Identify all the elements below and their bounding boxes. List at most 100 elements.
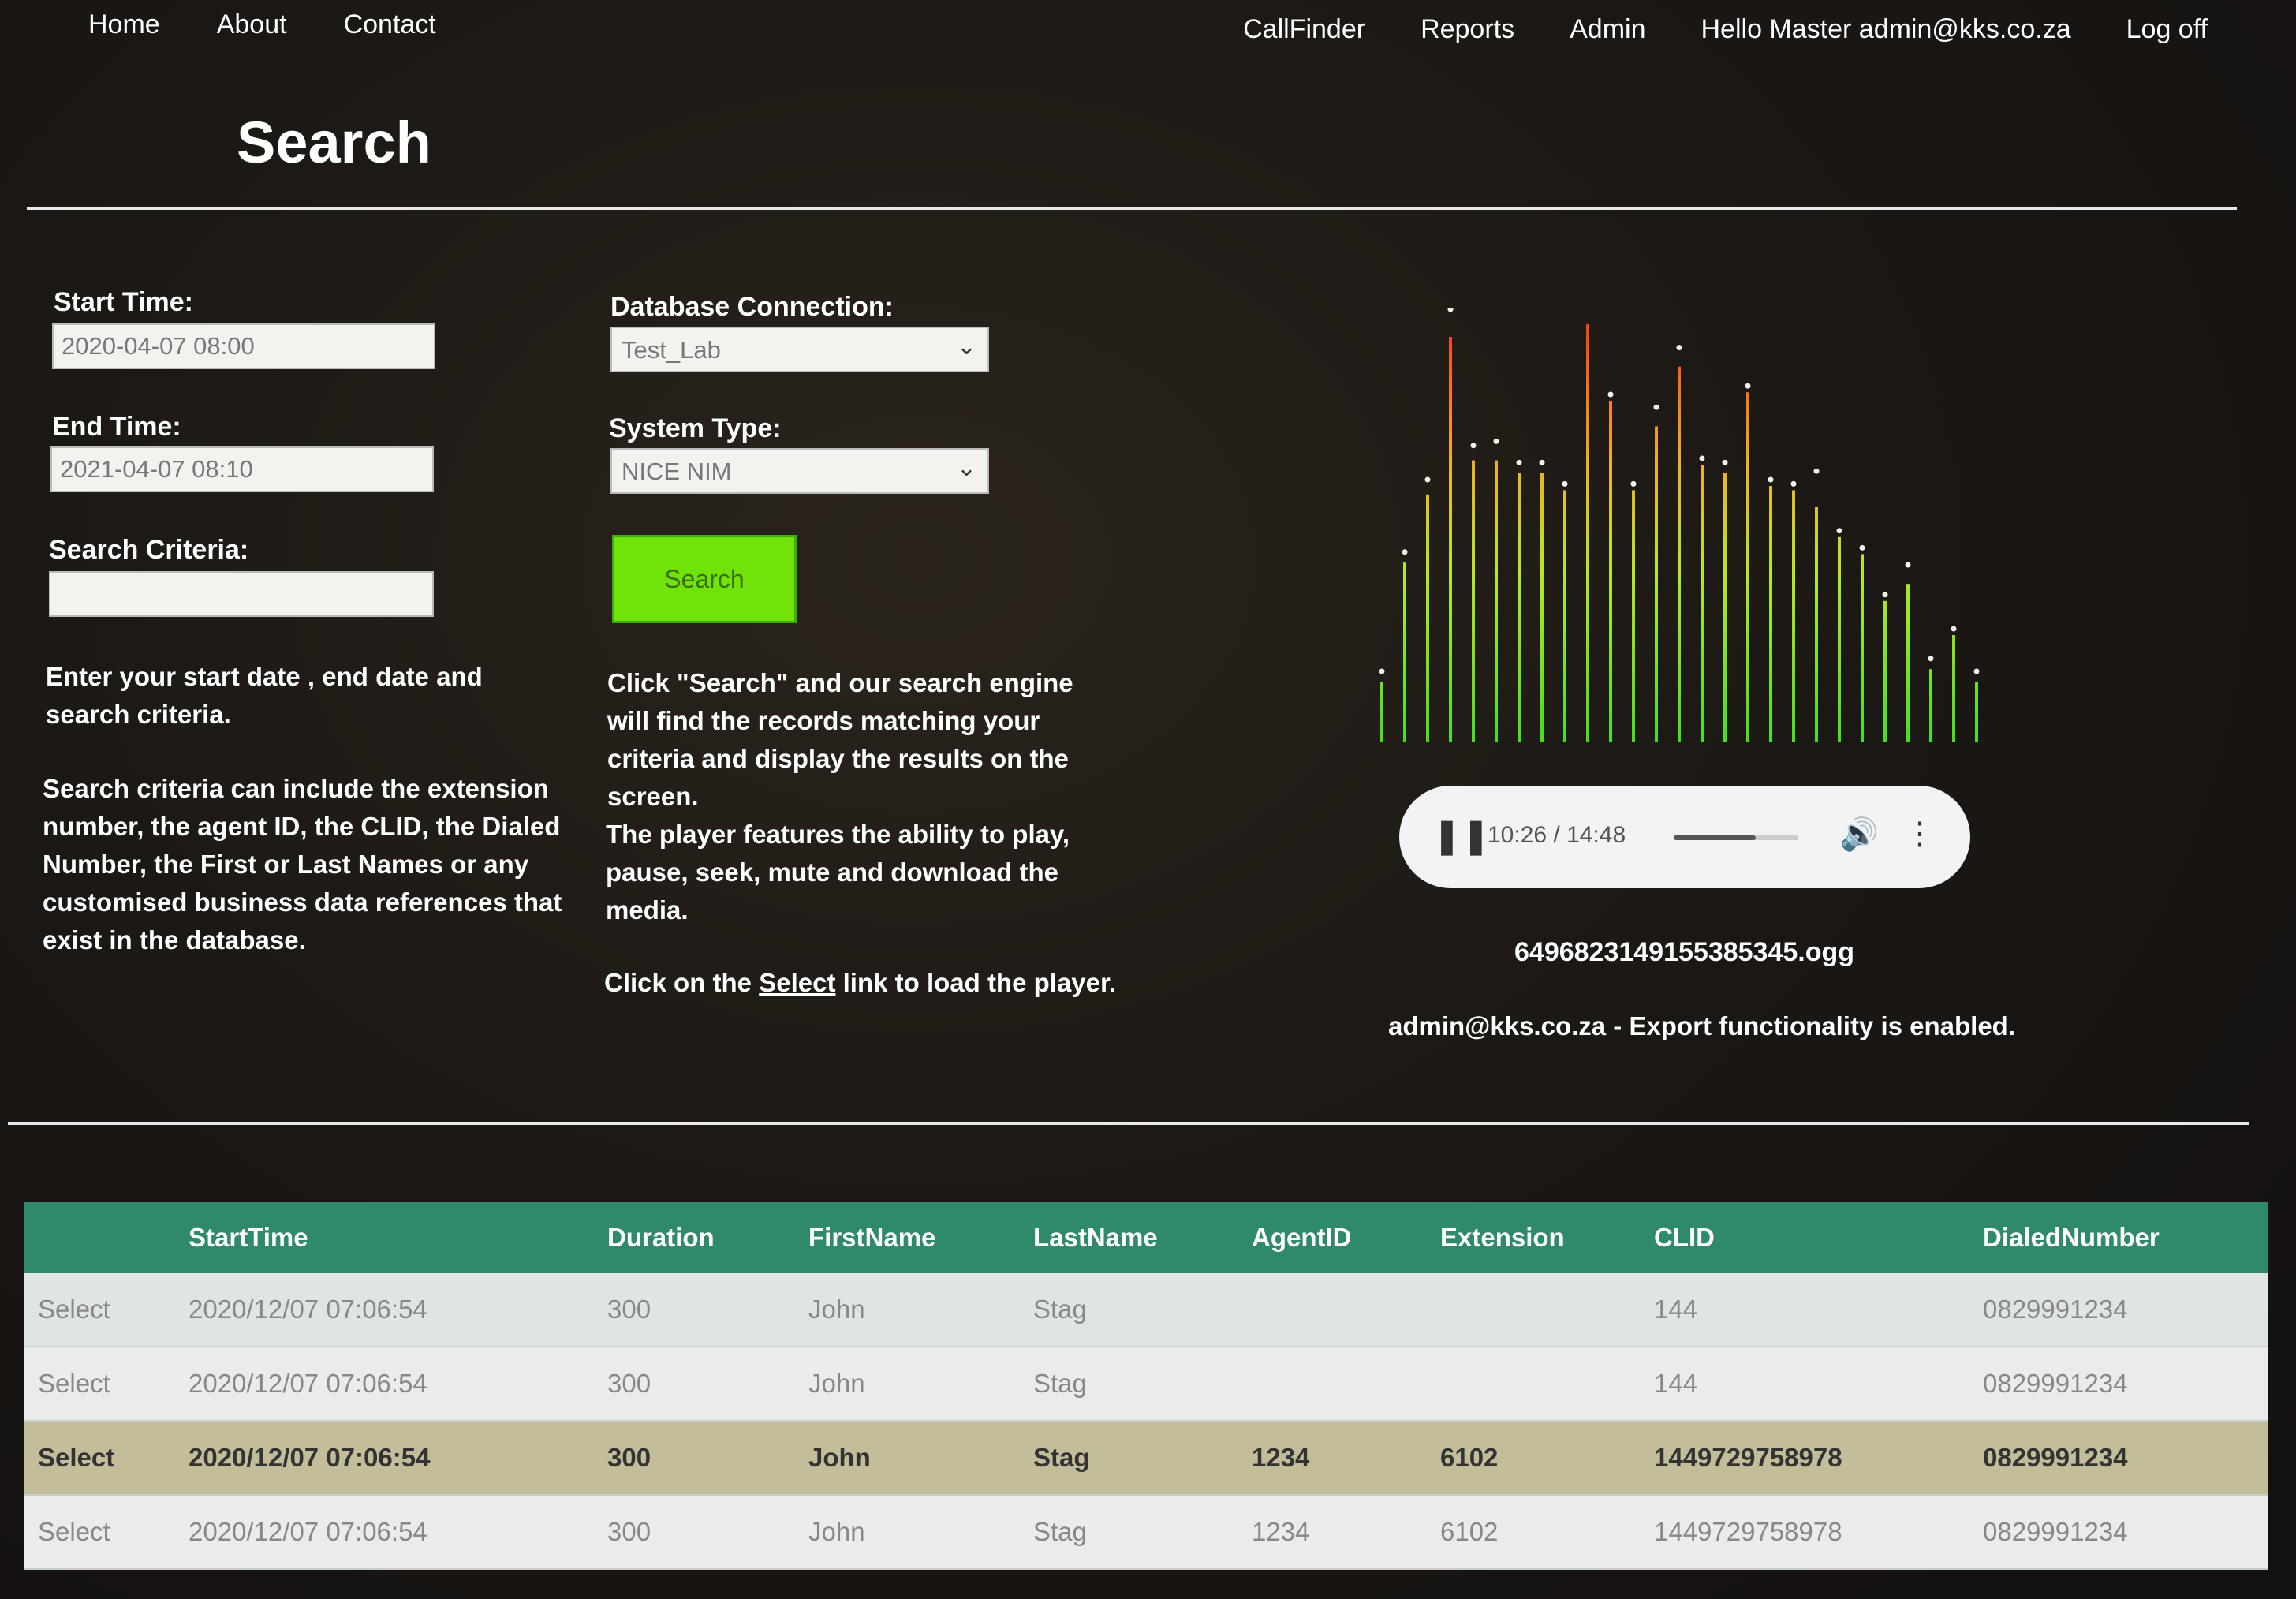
nav-about-link[interactable]: About	[217, 9, 287, 40]
visualizer-bar	[1929, 669, 1932, 742]
select-link[interactable]: Select	[38, 1517, 110, 1546]
visualizer-bar	[1952, 635, 1955, 742]
visualizer-peak	[1859, 544, 1865, 551]
cell-dialednumber: 0829991234	[1983, 1495, 2268, 1570]
table-row-selected: Select 2020/12/07 07:06:54 300 John Stag…	[24, 1421, 2268, 1496]
select-link[interactable]: Select	[38, 1369, 110, 1398]
nav-contact-link[interactable]: Contact	[344, 9, 436, 40]
cell-duration: 300	[607, 1495, 808, 1570]
select-link[interactable]: Select	[38, 1443, 114, 1472]
header-lastname[interactable]: LastName	[1033, 1202, 1252, 1273]
header-extension[interactable]: Extension	[1440, 1202, 1654, 1273]
visualizer-peak	[1447, 308, 1454, 312]
visualizer-peak	[1768, 476, 1774, 483]
cell-lastname: Stag	[1033, 1495, 1252, 1570]
visualizer-bar	[1632, 490, 1635, 742]
visualizer-peak	[1928, 656, 1934, 662]
database-connection-label: Database Connection:	[610, 292, 894, 322]
volume-icon[interactable]: 🔊	[1839, 816, 1879, 853]
cell-starttime: 2020/12/07 07:06:54	[189, 1273, 607, 1347]
visualizer-peak	[1676, 345, 1682, 351]
header-firstname[interactable]: FirstName	[808, 1202, 1033, 1273]
cell-extension	[1440, 1273, 1654, 1347]
nav-admin-link[interactable]: Admin	[1570, 14, 1645, 45]
visualizer-bar	[1792, 490, 1795, 742]
cell-starttime: 2020/12/07 07:06:54	[189, 1421, 607, 1496]
main-nav-right: CallFinder Reports Admin Hello Master ad…	[1243, 14, 2208, 45]
search-criteria-input[interactable]	[49, 571, 434, 617]
nav-reports-link[interactable]: Reports	[1421, 14, 1514, 45]
system-type-value: NICE NIM	[622, 458, 732, 485]
nav-user-greeting-link[interactable]: Hello Master admin@kks.co.za	[1701, 14, 2071, 45]
visualizer-bar	[1906, 584, 1910, 742]
visualizer-bar	[1495, 460, 1498, 742]
visualizer-bar	[1563, 490, 1566, 742]
cell-extension: 6102	[1440, 1495, 1654, 1570]
help-mid-search: Click "Search" and our search engine wil…	[607, 668, 1073, 811]
more-options-icon[interactable]: ⋮	[1904, 816, 1936, 852]
visualizer-peak	[1402, 549, 1408, 555]
visualizer-peak	[1493, 438, 1499, 444]
table-row: Select 2020/12/07 07:06:54 300 John Stag…	[24, 1495, 2268, 1570]
cell-agentid: 1234	[1252, 1421, 1440, 1496]
help-select-suffix: link to load the player.	[835, 968, 1117, 997]
header-dialednumber[interactable]: DialedNumber	[1983, 1202, 2268, 1273]
system-type-select[interactable]: NICE NIM ⌄	[610, 448, 989, 494]
help-mid-select: Click on the Select link to load the pla…	[604, 964, 1156, 1002]
database-connection-select[interactable]: Test_Lab ⌄	[610, 327, 989, 372]
cell-extension: 6102	[1440, 1421, 1654, 1496]
cell-lastname: Stag	[1033, 1347, 1252, 1422]
cell-duration: 300	[607, 1347, 808, 1422]
header-select	[24, 1202, 189, 1273]
search-button[interactable]: Search	[612, 535, 797, 623]
visualizer-bar	[1609, 401, 1612, 742]
pause-icon[interactable]: ❚❚	[1432, 816, 1491, 856]
player-time: 10:26 / 14:48	[1488, 822, 1626, 848]
header-duration[interactable]: Duration	[607, 1202, 808, 1273]
end-time-input[interactable]	[50, 446, 434, 492]
cell-firstname: John	[808, 1273, 1033, 1347]
visualizer-bar	[1861, 554, 1864, 742]
visualizer-bar	[1449, 337, 1452, 742]
visualizer-bar	[1746, 392, 1749, 742]
visualizer-bar	[1701, 465, 1704, 742]
visualizer-bar	[1540, 473, 1544, 742]
cell-starttime: 2020/12/07 07:06:54	[189, 1347, 607, 1422]
help-left-criteria: Search criteria can include the extensio…	[43, 774, 562, 955]
help-left-intro: Enter your start date , end date and sea…	[46, 662, 483, 729]
cell-firstname: John	[808, 1347, 1033, 1422]
visualizer-bar	[1518, 473, 1521, 742]
cell-dialednumber: 0829991234	[1983, 1273, 2268, 1347]
nav-logoff-link[interactable]: Log off	[2126, 14, 2208, 45]
visualizer-bar	[1975, 682, 1978, 742]
cell-extension	[1440, 1347, 1654, 1422]
cell-dialednumber: 0829991234	[1983, 1347, 2268, 1422]
help-select-link[interactable]: Select	[759, 968, 835, 997]
visualizer-bar	[1678, 366, 1681, 742]
cell-firstname: John	[808, 1495, 1033, 1570]
results-table: StartTime Duration FirstName LastName Ag…	[24, 1202, 2268, 1570]
help-mid-player: The player features the ability to play,…	[606, 820, 1070, 925]
header-clid[interactable]: CLID	[1654, 1202, 1983, 1273]
visualizer-bar	[1403, 562, 1406, 742]
help-select-prefix: Click on the	[604, 968, 760, 997]
start-time-input[interactable]	[52, 323, 435, 369]
header-starttime[interactable]: StartTime	[189, 1202, 607, 1273]
start-time-label: Start Time:	[54, 287, 193, 317]
chevron-down-icon: ⌄	[956, 334, 976, 360]
audio-visualizer	[1379, 308, 1980, 742]
cell-firstname: John	[808, 1421, 1033, 1496]
select-link[interactable]: Select	[38, 1295, 110, 1324]
header-agentid[interactable]: AgentID	[1252, 1202, 1440, 1273]
top-divider	[27, 207, 2237, 210]
cell-agentid: 1234	[1252, 1495, 1440, 1570]
player-seek-bar[interactable]	[1674, 835, 1798, 840]
visualizer-bar	[1883, 600, 1887, 742]
nav-callfinder-link[interactable]: CallFinder	[1243, 14, 1365, 45]
visualizer-bar	[1586, 323, 1589, 742]
cell-starttime: 2020/12/07 07:06:54	[189, 1495, 607, 1570]
visualizer-bar	[1426, 494, 1429, 742]
nav-home-link[interactable]: Home	[88, 9, 160, 40]
visualizer-bar	[1380, 682, 1383, 742]
cell-clid: 1449729758978	[1654, 1495, 1983, 1570]
